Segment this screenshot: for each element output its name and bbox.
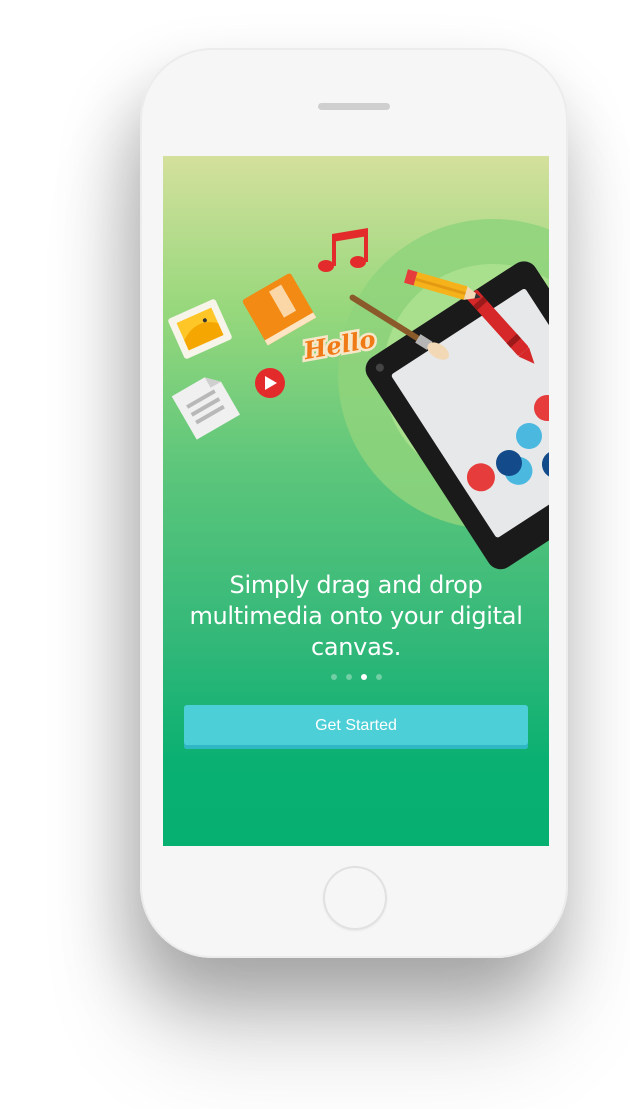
onboarding-illustration: Hello Hello [168, 219, 549, 570]
music-note-icon [318, 228, 368, 272]
page-dot-4[interactable] [375, 674, 382, 680]
photo-icon [168, 299, 232, 359]
speaker-slot [318, 103, 390, 110]
page-indicator [163, 674, 549, 682]
page-dot-1[interactable] [330, 674, 337, 680]
book-icon [242, 273, 317, 346]
phone-mockup: Hello Hello Simply drag and drop multime… [140, 48, 568, 958]
page-dot-3-active[interactable] [360, 674, 367, 680]
app-screen: Hello Hello Simply drag and drop multime… [163, 156, 549, 846]
play-icon [255, 368, 285, 398]
page-dot-2[interactable] [345, 674, 352, 680]
onboarding-headline: Simply drag and drop multimedia onto you… [189, 571, 523, 661]
page-stage: Hello Hello Simply drag and drop multime… [0, 0, 630, 1109]
get-started-button[interactable]: Get Started [184, 705, 528, 749]
home-button[interactable] [323, 866, 387, 930]
document-icon [171, 377, 241, 440]
